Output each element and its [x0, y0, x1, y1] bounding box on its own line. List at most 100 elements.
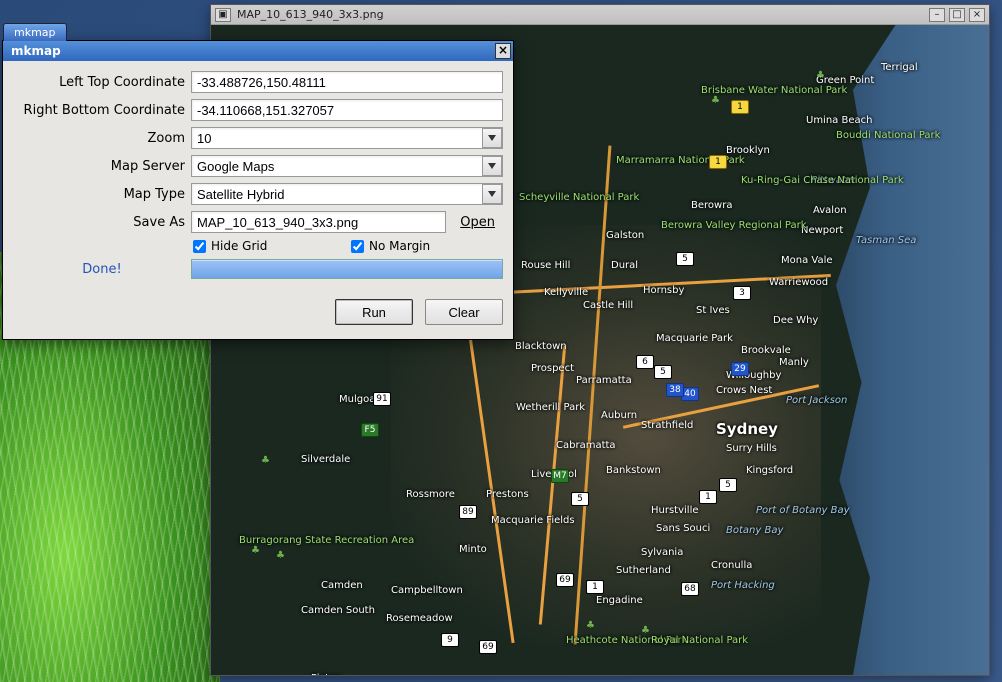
map-server-combo[interactable] [191, 155, 503, 177]
route-badge: 6 [636, 355, 654, 369]
map-label: Berowra Valley Regional Park [661, 220, 807, 231]
dialog-close-button[interactable]: × [495, 43, 511, 59]
route-badge: 5 [676, 252, 694, 266]
map-label: Castle Hill [583, 300, 633, 311]
map-label: Parramatta [576, 375, 632, 386]
route-badge: 5 [654, 365, 672, 379]
zoom-combo[interactable] [191, 127, 503, 149]
clear-button[interactable]: Clear [425, 299, 503, 325]
save-as-input[interactable] [191, 211, 446, 233]
map-label: Sylvania [641, 547, 683, 558]
map-label: Avalon [813, 205, 847, 216]
map-label: Sydney [716, 420, 778, 438]
map-label: Cabramatta [556, 440, 616, 451]
run-button[interactable]: Run [335, 299, 413, 325]
map-label: Hurstville [651, 505, 699, 516]
map-server-label: Map Server [13, 159, 185, 174]
image-viewer-titlebar[interactable]: ▣ MAP_10_613_940_3x3.png – □ × [211, 5, 989, 25]
map-label: Newport [801, 225, 843, 236]
map-label: Bouddi National Park [836, 130, 940, 141]
map-label: Botany Bay [726, 525, 783, 536]
zoom-dropdown-button[interactable] [482, 128, 502, 148]
map-label: Macquarie Park [656, 333, 733, 344]
map-label: Sutherland [616, 565, 671, 576]
route-badge: 1 [709, 155, 727, 169]
route-badge: 91 [373, 392, 391, 406]
map-label: Picton [311, 673, 341, 675]
left-top-label: Left Top Coordinate [13, 75, 185, 90]
map-label: Minto [459, 544, 487, 555]
park-icon: ♣ [276, 550, 285, 561]
map-label: Prospect [531, 363, 574, 374]
map-label: Mulgoa [339, 394, 375, 405]
map-label: St Ives [696, 305, 730, 316]
map-label: Campbelltown [391, 585, 463, 596]
left-top-input[interactable] [191, 71, 503, 93]
map-label: Terrigal [881, 62, 918, 73]
dialog-tab: mkmap [3, 23, 67, 41]
park-icon: ♣ [586, 620, 595, 631]
map-label: Manly [779, 357, 809, 368]
dialog-body: Left Top Coordinate Right Bottom Coordin… [3, 61, 513, 339]
hide-grid-check[interactable]: Hide Grid [193, 239, 343, 253]
park-icon: ♣ [711, 95, 720, 106]
right-bottom-label: Right Bottom Coordinate [13, 103, 185, 118]
route-badge: 38 [666, 383, 684, 397]
no-margin-check[interactable]: No Margin [351, 239, 501, 253]
route-badge: 5 [719, 478, 737, 492]
route-badge: 69 [479, 640, 497, 654]
progress-bar [191, 259, 503, 279]
map-label: Scheyville National Park [519, 192, 639, 203]
map-label: Cronulla [711, 560, 752, 571]
open-link[interactable]: Open [452, 215, 503, 230]
map-label: Strathfield [641, 420, 693, 431]
map-label: Port Hacking [711, 580, 775, 591]
map-label: Hornsby [643, 285, 684, 296]
maximize-button[interactable]: □ [949, 8, 965, 22]
route-badge: M7 [551, 469, 569, 483]
map-label: Crows Nest [716, 385, 772, 396]
map-label: Ku-Ring-Gai Chase National Park [741, 175, 904, 186]
map-label: Engadine [596, 595, 643, 606]
map-label: Kingsford [746, 465, 793, 476]
save-as-label: Save As [13, 215, 185, 230]
map-label: Camden [321, 580, 363, 591]
route-badge: 1 [731, 100, 749, 114]
no-margin-label: No Margin [369, 239, 430, 253]
map-label: Port Jackson [786, 395, 847, 406]
hide-grid-label: Hide Grid [211, 239, 267, 253]
park-icon: ♣ [641, 625, 650, 636]
route-badge: 9 [441, 633, 459, 647]
close-button[interactable]: × [969, 8, 985, 22]
park-icon: ♣ [816, 70, 825, 81]
right-bottom-input[interactable] [191, 99, 503, 121]
dialog-titlebar[interactable]: mkmap × [3, 41, 513, 61]
window-icon: ▣ [215, 8, 231, 22]
map-label: Surry Hills [726, 443, 777, 454]
map-label: Bankstown [606, 465, 661, 476]
minimize-button[interactable]: – [929, 8, 945, 22]
route-badge: 1 [699, 490, 717, 504]
map-type-dropdown-button[interactable] [482, 184, 502, 204]
dialog-title: mkmap [5, 44, 495, 58]
park-icon: ♣ [251, 545, 260, 556]
map-label: Brookvale [741, 345, 791, 356]
image-viewer-title: MAP_10_613_940_3x3.png [235, 8, 925, 21]
map-label: Blacktown [515, 341, 567, 352]
map-type-label: Map Type [13, 187, 185, 202]
status-text: Done! [13, 262, 191, 277]
map-type-combo[interactable] [191, 183, 503, 205]
map-label: Silverdale [301, 454, 350, 465]
map-label: Macquarie Fields [491, 515, 575, 526]
route-badge: 69 [556, 573, 574, 587]
map-label: Prestons [486, 489, 529, 500]
hide-grid-checkbox[interactable] [193, 240, 206, 253]
route-badge: F5 [361, 423, 379, 437]
route-badge: 29 [731, 362, 749, 376]
zoom-label: Zoom [13, 131, 185, 146]
map-label: Rossmore [406, 489, 455, 500]
map-server-dropdown-button[interactable] [482, 156, 502, 176]
route-badge: 5 [571, 492, 589, 506]
route-badge: 89 [459, 505, 477, 519]
no-margin-checkbox[interactable] [351, 240, 364, 253]
